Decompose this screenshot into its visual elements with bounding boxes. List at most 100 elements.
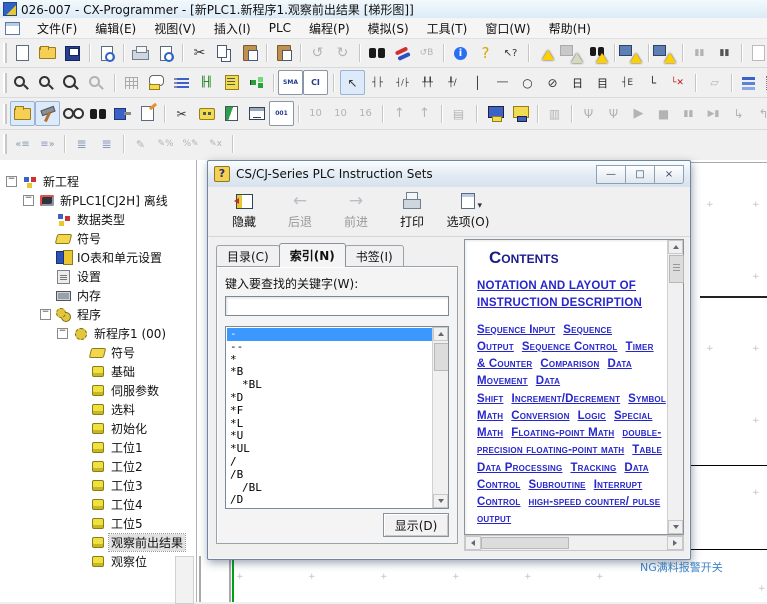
- paste-special-button[interactable]: [271, 41, 296, 66]
- horizontal-line-button[interactable]: ──: [490, 70, 515, 95]
- transfer-to-plc-button[interactable]: [194, 101, 219, 126]
- expand-toggle-icon[interactable]: [23, 195, 34, 206]
- vertical-line-button[interactable]: │: [465, 70, 490, 95]
- contents-link[interactable]: Floating-point Math: [511, 427, 614, 439]
- menu-item[interactable]: 工具(T): [418, 18, 477, 39]
- monitor-edit3-button[interactable]: %✎: [178, 132, 203, 157]
- monitor-decimal-button[interactable]: 10: [303, 101, 328, 126]
- new-or-closed-contact-button[interactable]: ╀/: [440, 70, 465, 95]
- scroll-up-icon[interactable]: [433, 327, 448, 341]
- new-coil-button[interactable]: ○: [515, 70, 540, 95]
- new-file-button[interactable]: [10, 41, 35, 66]
- new-instruction2-button[interactable]: 目: [590, 70, 615, 95]
- tree-item[interactable]: 选料: [0, 400, 196, 419]
- contents-scrollbar[interactable]: [667, 240, 683, 534]
- tree-item[interactable]: 初始化: [0, 419, 196, 438]
- zoom-custom-button[interactable]: [35, 70, 60, 95]
- monitor-signed-decimal-button[interactable]: 10: [328, 101, 353, 126]
- tree-item[interactable]: 数据类型: [0, 210, 196, 229]
- keyword-input[interactable]: [225, 296, 449, 316]
- section-cut-button[interactable]: ✂: [169, 101, 194, 126]
- save-button[interactable]: [60, 41, 85, 66]
- tree-item[interactable]: 新程序1 (00): [0, 324, 196, 343]
- line-connect-button[interactable]: └: [640, 70, 665, 95]
- tree-item[interactable]: 伺服参数: [0, 381, 196, 400]
- compare-program-button[interactable]: [219, 101, 244, 126]
- index-item[interactable]: /: [227, 456, 432, 469]
- undo-button[interactable]: ↺: [305, 41, 330, 66]
- list-view-button[interactable]: ≣: [69, 132, 94, 157]
- tree-item[interactable]: 基础: [0, 362, 196, 381]
- menu-item[interactable]: 模拟(S): [359, 18, 418, 39]
- work-online-simulator-button[interactable]: [508, 101, 533, 126]
- sim-pause-button[interactable]: ▮▮: [676, 101, 701, 126]
- contents-horizontal-scrollbar[interactable]: [464, 535, 684, 551]
- send-changes-button[interactable]: [736, 70, 761, 95]
- monitor-hold2-button[interactable]: Ψ: [601, 101, 626, 126]
- compile-window-button[interactable]: [35, 101, 60, 126]
- listbox-scrollbar[interactable]: [432, 327, 448, 508]
- copy-button[interactable]: [212, 41, 237, 66]
- contents-link[interactable]: Sequence Control: [522, 341, 618, 353]
- compile-all-button[interactable]: [619, 41, 644, 66]
- dialog-minimize-button[interactable]: —: [596, 165, 626, 184]
- watch-window-button[interactable]: [60, 101, 85, 126]
- menu-item[interactable]: 插入(I): [205, 18, 260, 39]
- rung-comment-button[interactable]: [144, 70, 169, 95]
- tree-item[interactable]: 程序: [0, 305, 196, 324]
- contents-link[interactable]: Increment/Decrement: [511, 393, 620, 405]
- invert-instruction-button[interactable]: ┤E: [615, 70, 640, 95]
- retrace-button[interactable]: ↺B: [414, 41, 439, 66]
- new-instruction-button[interactable]: 日: [565, 70, 590, 95]
- select-pointer-button[interactable]: ↖: [340, 70, 365, 95]
- index-listbox[interactable]: ---**B*BL*D*F*L*U*UL//B/BL/D: [225, 326, 449, 509]
- list-flag-button[interactable]: ≣: [94, 132, 119, 157]
- jump-prev-button[interactable]: ↑: [387, 101, 412, 126]
- output-window-button[interactable]: [85, 101, 110, 126]
- monitor-hold-button[interactable]: Ψ: [576, 101, 601, 126]
- monitor-hex-button[interactable]: 16: [353, 101, 378, 126]
- menu-item[interactable]: 编程(P): [300, 18, 359, 39]
- indent-right-button[interactable]: ≡»: [35, 132, 60, 157]
- sim-stop-button[interactable]: ■: [651, 101, 676, 126]
- display-button[interactable]: 显示(D): [383, 513, 449, 537]
- contents-link[interactable]: Comparison: [540, 358, 599, 370]
- tree-item[interactable]: 工位4: [0, 495, 196, 514]
- tree-item[interactable]: 设置: [0, 267, 196, 286]
- back-button[interactable]: 后退: [272, 187, 328, 233]
- index-item[interactable]: /D: [227, 494, 432, 507]
- contents-link[interactable]: Subroutine: [528, 479, 585, 491]
- index-item[interactable]: -: [227, 328, 432, 341]
- scroll-down-icon[interactable]: [433, 494, 448, 508]
- tree-item[interactable]: 观察位: [0, 552, 196, 571]
- monitor-edit2-button[interactable]: ✎%: [153, 132, 178, 157]
- dialog-maximize-button[interactable]: □: [625, 165, 655, 184]
- contents-link[interactable]: Conversion: [511, 410, 569, 422]
- index-item[interactable]: *L: [227, 418, 432, 431]
- tree-item[interactable]: 内存: [0, 286, 196, 305]
- tree-item[interactable]: 新PLC1[CJ2H] 离线: [0, 191, 196, 210]
- contents-link[interactable]: Logic: [578, 410, 606, 422]
- index-item[interactable]: *: [227, 354, 432, 367]
- monitor-in-rung-button[interactable]: ╟╢: [194, 70, 219, 95]
- line-delete-button[interactable]: └✕: [665, 70, 690, 95]
- contents-link[interactable]: Sequence Input: [477, 324, 555, 336]
- new-contact-button[interactable]: ┤├: [365, 70, 390, 95]
- new-closed-coil-button[interactable]: ⊘: [540, 70, 565, 95]
- new-or-contact-button[interactable]: ╀╀: [415, 70, 440, 95]
- ci-view-button[interactable]: CI: [303, 70, 328, 95]
- sim-step-in-button[interactable]: ↳: [726, 101, 751, 126]
- menu-item[interactable]: 编辑(E): [86, 18, 145, 39]
- hide-button[interactable]: 隐藏: [216, 187, 272, 233]
- tree-item[interactable]: 符号: [0, 229, 196, 248]
- program-check-button[interactable]: [653, 41, 678, 66]
- indent-left-button[interactable]: «≡: [10, 132, 35, 157]
- compile-button[interactable]: [535, 41, 560, 66]
- index-item[interactable]: *U: [227, 430, 432, 443]
- print-topic-button[interactable]: 打印: [384, 187, 440, 233]
- tree-item[interactable]: 观察前出结果: [0, 533, 196, 552]
- find-report-button[interactable]: [585, 41, 610, 66]
- scroll-right-icon[interactable]: [667, 536, 683, 550]
- toggle-project-workspace-button[interactable]: [10, 101, 35, 126]
- help-button[interactable]: ?: [473, 41, 498, 66]
